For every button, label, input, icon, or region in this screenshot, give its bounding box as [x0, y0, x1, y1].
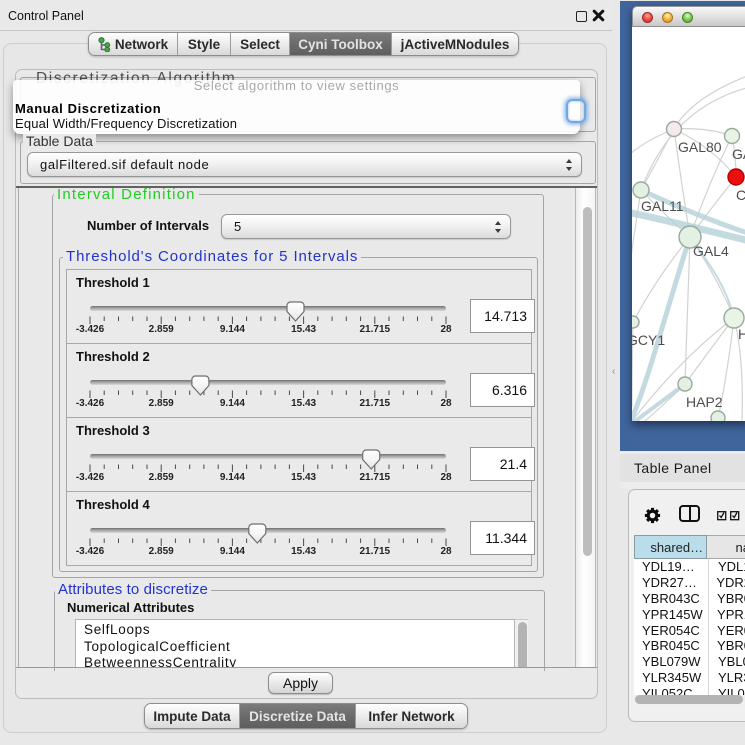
- svg-text:GAL80: GAL80: [678, 139, 722, 155]
- svg-text:HAP2: HAP2: [686, 394, 723, 410]
- svg-text:GAL11: GAL11: [641, 198, 684, 214]
- svg-text:GAL4: GAL4: [693, 243, 729, 259]
- svg-text:GCY1: GCY1: [632, 332, 665, 348]
- svg-text:C: C: [736, 187, 745, 203]
- svg-text:H: H: [738, 326, 745, 342]
- svg-text:GA: GA: [732, 146, 745, 162]
